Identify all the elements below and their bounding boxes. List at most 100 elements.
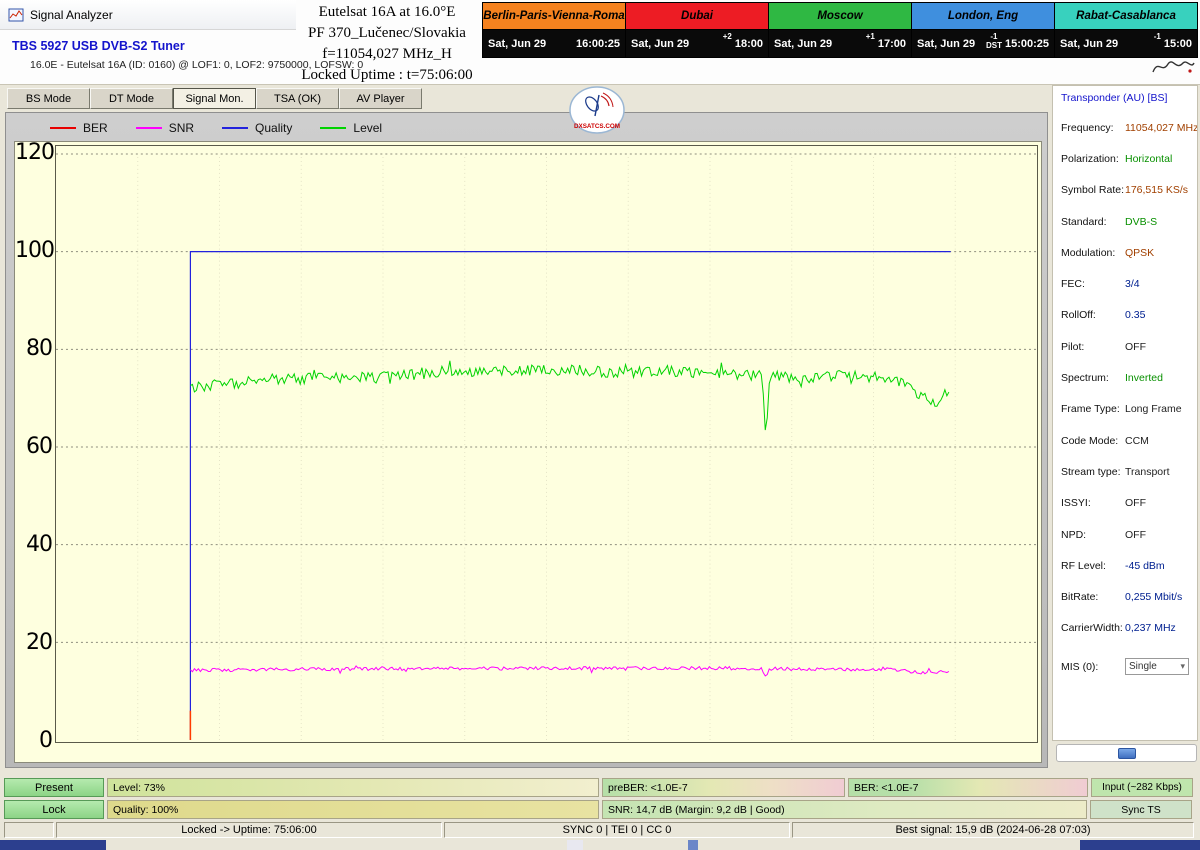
tab-av-player[interactable]: AV Player [339, 88, 422, 109]
clock-city-label: Berlin-Paris-Vienna-Roma [483, 3, 625, 30]
field-value: 0,237 MHz [1125, 622, 1176, 634]
y-axis-label-20: 20 [15, 630, 52, 656]
field-value: Horizontal [1125, 153, 1172, 165]
legend-line-icon [222, 127, 248, 129]
legend-label: BER [83, 121, 108, 135]
field-value: 0.35 [1125, 309, 1145, 321]
clock-time-row: Sat, Jun 29-115:00 [1055, 30, 1197, 57]
transponder-field-standard-: Standard:DVB-S [1061, 206, 1193, 237]
lock-indicator: Lock [4, 800, 104, 819]
field-value: 11054,027 MHz [1125, 122, 1198, 134]
tab-dt-mode[interactable]: DT Mode [90, 88, 173, 109]
legend-line-icon [136, 127, 162, 129]
window-header: Signal Analyzer TBS 5927 USB DVB-S2 Tune… [0, 0, 1200, 85]
statusbar-best-signal: Best signal: 15,9 dB (2024-06-28 07:03) [792, 822, 1194, 838]
tab-signal-mon-[interactable]: Signal Mon. [173, 88, 256, 109]
tab-tsa-ok-[interactable]: TSA (OK) [256, 88, 339, 109]
transponder-field-stream-type-: Stream type:Transport [1061, 456, 1193, 487]
tuner-name: TBS 5927 USB DVB-S2 Tuner [12, 39, 185, 53]
transponder-panel: Transponder (AU) [BS] Frequency:11054,02… [1052, 85, 1198, 741]
background-windows [0, 840, 1200, 850]
mis-value: Single [1129, 661, 1157, 672]
legend-item-quality: Quality [222, 121, 292, 135]
clock-date: Sat, Jun 29 [1060, 38, 1151, 50]
quality-bar: Quality: 100% [107, 800, 599, 819]
field-label: Polarization: [1061, 153, 1125, 165]
clock-city-label: Dubai [626, 3, 768, 30]
world-clocks: Berlin-Paris-Vienna-RomaSat, Jun 2916:00… [482, 2, 1198, 58]
input-rate: Input (~282 Kbps) [1091, 778, 1193, 797]
app-icon [8, 7, 24, 23]
tab-bs-mode[interactable]: BS Mode [7, 88, 90, 109]
satellite-info: Eutelsat 16A at 16.0°E PF 370_Lučenec/Sl… [290, 2, 484, 86]
clock-city-label: London, Eng [912, 3, 1054, 30]
preber-text: preBER: <1.0E-7 [608, 782, 688, 794]
clock-time: 15:00 [1164, 38, 1192, 50]
field-value: Inverted [1125, 372, 1163, 384]
statusbar-sync: SYNC 0 | TEI 0 | CC 0 [444, 822, 790, 838]
clock-utc-offset: -1 [1154, 33, 1161, 42]
field-label: BitRate: [1061, 591, 1125, 603]
offset-value: +1 [866, 33, 875, 42]
signal-analyzer-window: Signal Analyzer TBS 5927 USB DVB-S2 Tune… [0, 0, 1200, 850]
indicator-box [1056, 744, 1197, 762]
field-label: Spectrum: [1061, 372, 1125, 384]
satellite-name: Eutelsat 16A at 16.0°E [290, 2, 484, 23]
field-value: Transport [1125, 466, 1170, 478]
clock-time: 17:00 [878, 38, 906, 50]
taskbar-fragment [0, 840, 106, 850]
field-label: Stream type: [1061, 466, 1125, 478]
statusbar: Locked -> Uptime: 75:06:00 SYNC 0 | TEI … [4, 822, 1196, 838]
y-axis-label-120: 120 [15, 140, 52, 166]
window-title: Signal Analyzer [30, 8, 113, 22]
field-label: Frequency: [1061, 122, 1125, 134]
transponder-field-issyi-: ISSYI:OFF [1061, 488, 1193, 519]
transponder-field-modulation-: Modulation:QPSK [1061, 237, 1193, 268]
legend-line-icon [320, 127, 346, 129]
offset-value: -1 [1154, 33, 1161, 42]
snr-bar: SNR: 14,7 dB (Margin: 9,2 dB | Good) [602, 800, 1087, 819]
transponder-field-code-mode-: Code Mode:CCM [1061, 425, 1193, 456]
signal-chart: BERSNRQualityLevel 020406080100120 [5, 112, 1048, 768]
field-value: 3/4 [1125, 278, 1140, 290]
field-value: -45 dBm [1125, 560, 1165, 572]
legend-item-ber: BER [50, 121, 108, 135]
legend-item-snr: SNR [136, 121, 194, 135]
mis-dropdown[interactable]: Single ▾ [1125, 658, 1189, 675]
clock-date: Sat, Jun 29 [917, 38, 983, 50]
level-text: Level: 73% [113, 782, 165, 794]
legend-label: Level [353, 121, 382, 135]
transponder-field-pilot-: Pilot:OFF [1061, 331, 1193, 362]
snr-text: SNR: 14,7 dB (Margin: 9,2 dB | Good) [608, 804, 785, 816]
field-value: QPSK [1125, 247, 1154, 259]
transponder-fields: Frequency:11054,027 MHz Polarization:Hori… [1061, 112, 1193, 644]
legend-label: Quality [255, 121, 292, 135]
transponder-field-frequency-: Frequency:11054,027 MHz [1061, 112, 1193, 143]
taskbar-fragment [1080, 840, 1200, 850]
ber-bar: BER: <1.0E-7 [848, 778, 1088, 797]
clock-time-row: Sat, Jun 2916:00:25 [483, 30, 625, 57]
field-value: OFF [1125, 529, 1146, 541]
clock-utc-offset: -1DST [986, 33, 1002, 51]
field-label: Frame Type: [1061, 403, 1125, 415]
chart-legend: BER SNR Quality Level [50, 118, 382, 138]
legend-item-level: Level [320, 121, 382, 135]
signature-icon [1150, 57, 1196, 77]
transponder-field-npd-: NPD:OFF [1061, 519, 1193, 550]
quality-text: Quality: 100% [113, 804, 178, 816]
chart-area: 020406080100120 [14, 141, 1042, 763]
chevron-down-icon: ▾ [1180, 661, 1185, 672]
transponder-field-carrierwidth-: CarrierWidth:0,237 MHz [1061, 613, 1193, 644]
clock-city-label: Rabat-Casablanca [1055, 3, 1197, 30]
y-axis-label-0: 0 [15, 728, 52, 754]
clock-time-row: Sat, Jun 29+117:00 [769, 30, 911, 57]
offset-sub: DST [986, 42, 1002, 51]
transponder-field-frame-type-: Frame Type:Long Frame [1061, 394, 1193, 425]
titlebar[interactable]: Signal Analyzer [0, 0, 296, 30]
field-value: OFF [1125, 341, 1146, 353]
field-value: Long Frame [1125, 403, 1182, 415]
clock-time: 18:00 [735, 38, 763, 50]
field-label: RollOff: [1061, 309, 1125, 321]
status-row-1: Present Level: 73% preBER: <1.0E-7 BER: … [4, 778, 1193, 797]
uptime-line: Locked Uptime : t=75:06:00 [290, 65, 484, 86]
